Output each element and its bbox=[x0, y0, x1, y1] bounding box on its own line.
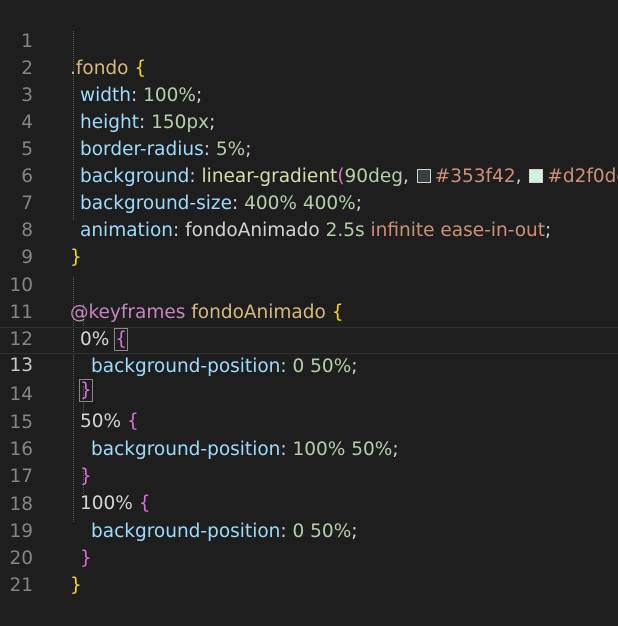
code-line[interactable]: 4 border-radius: 5%; bbox=[0, 82, 618, 160]
code-line[interactable]: 18 background-position: 0 50%; bbox=[0, 464, 618, 542]
code-line[interactable]: 5 background: linear-gradient(90deg, #35… bbox=[0, 109, 618, 187]
code-line[interactable]: 7 animation: fondoAnimado 2.5s infinite … bbox=[0, 163, 618, 241]
code-line[interactable]: 19 } bbox=[0, 491, 618, 569]
code-line[interactable]: 6 background-size: 400% 400%; bbox=[0, 136, 618, 214]
code-line[interactable]: 10 @keyframes fondoAnimado { bbox=[0, 245, 618, 323]
code-line[interactable]: 1 .fondo { bbox=[0, 1, 618, 79]
code-line[interactable]: 14 50% { bbox=[0, 354, 618, 432]
code-line-current[interactable]: 13 } bbox=[0, 327, 618, 402]
line-number: 21 bbox=[9, 575, 33, 596]
code-line[interactable]: 17 100% { bbox=[0, 436, 618, 514]
code-line[interactable]: 9 bbox=[0, 217, 618, 268]
code-line[interactable]: 20 } bbox=[0, 518, 618, 596]
code-line[interactable]: 21 bbox=[0, 545, 618, 596]
code-line[interactable]: 3 height: 150px; bbox=[0, 55, 618, 133]
code-line[interactable]: 16 } bbox=[0, 409, 618, 487]
brace: } bbox=[70, 575, 82, 596]
code-line[interactable]: 11 0% { bbox=[0, 272, 618, 351]
code-line[interactable]: 2 width: 100%; bbox=[0, 28, 618, 106]
code-line[interactable]: 15 background-position: 100% 50%; bbox=[0, 382, 618, 460]
code-editor[interactable]: 1 .fondo { 2 width: 100%; 3 height: 150p… bbox=[0, 0, 618, 596]
code-line[interactable]: 12 background-position: 0 50%; bbox=[0, 299, 618, 377]
code-line[interactable]: 8 } bbox=[0, 190, 618, 268]
